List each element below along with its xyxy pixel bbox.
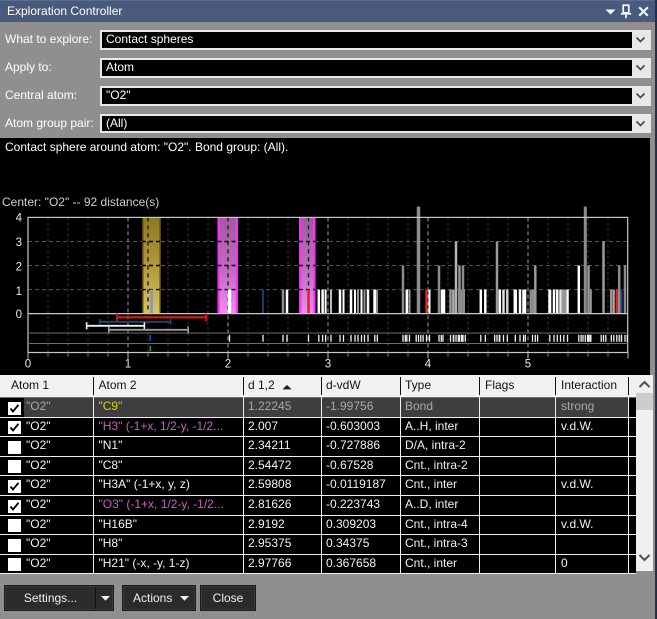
svg-text:3: 3 <box>16 237 22 249</box>
svg-text:1: 1 <box>16 286 22 298</box>
svg-text:2: 2 <box>225 359 231 371</box>
svg-text:0: 0 <box>16 309 22 321</box>
svg-text:4: 4 <box>425 359 432 371</box>
svg-text:2: 2 <box>16 261 22 273</box>
svg-text:5: 5 <box>525 359 531 371</box>
svg-text:4: 4 <box>16 213 23 225</box>
svg-text:3: 3 <box>325 359 331 371</box>
svg-text:1: 1 <box>125 359 131 371</box>
svg-text:0: 0 <box>25 359 31 371</box>
